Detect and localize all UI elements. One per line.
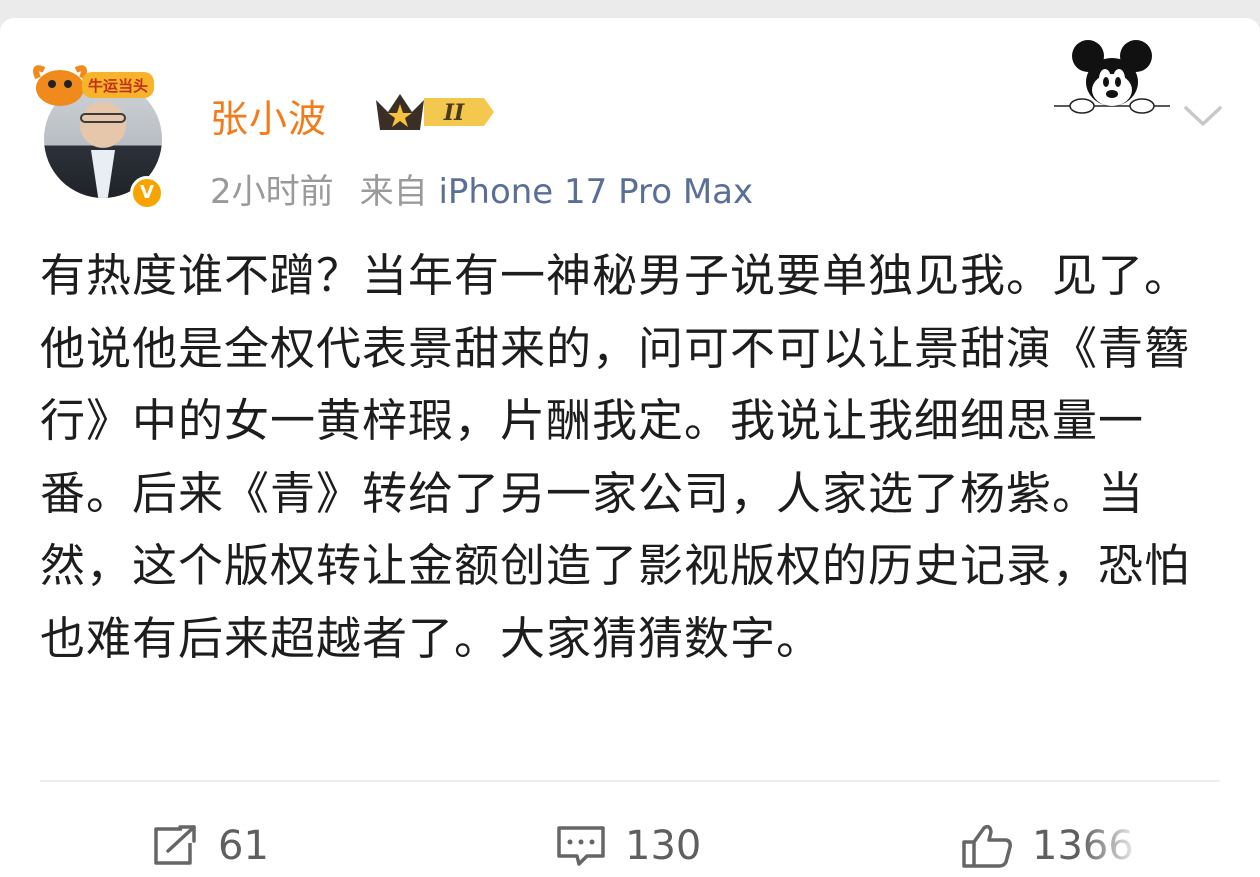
device-source[interactable]: iPhone 17 Pro Max	[438, 172, 753, 212]
svg-text:II: II	[443, 100, 465, 126]
author-avatar[interactable]: 牛运当头 V	[30, 58, 170, 210]
repost-icon	[154, 825, 196, 865]
post-text: 有热度谁不蹭？当年有一神秘男子说要单独见我。见了。他说他是全权代表景甜来的，问可…	[40, 249, 1191, 665]
post-time: 2小时前	[210, 172, 334, 212]
author-name[interactable]: 张小波	[210, 88, 327, 143]
fade-overlay	[1080, 808, 1260, 877]
verified-badge: V	[130, 176, 164, 210]
avatar-pendant-icon: 牛运当头	[33, 65, 154, 106]
comment-icon	[557, 826, 605, 866]
chevron-down-icon[interactable]	[1180, 100, 1226, 130]
divider	[40, 780, 1220, 782]
repost-count: 61	[218, 823, 269, 869]
post-meta: 2小时前 来自 iPhone 17 Pro Max	[210, 164, 753, 213]
comment-count: 130	[625, 823, 702, 869]
comment-button[interactable]: 130	[555, 818, 701, 874]
member-level-badge[interactable]: II	[372, 86, 496, 136]
mickey-icon	[1054, 40, 1170, 114]
svg-text:牛运当头: 牛运当头	[88, 77, 148, 95]
like-icon	[962, 824, 1012, 868]
weibo-post-card: 牛运当头 V 张小波 II 2小时前 来自 iPhone 17 Pro Max 有…	[0, 18, 1260, 877]
source-prefix: 来自	[359, 172, 428, 212]
repost-button[interactable]: 61	[150, 818, 269, 874]
